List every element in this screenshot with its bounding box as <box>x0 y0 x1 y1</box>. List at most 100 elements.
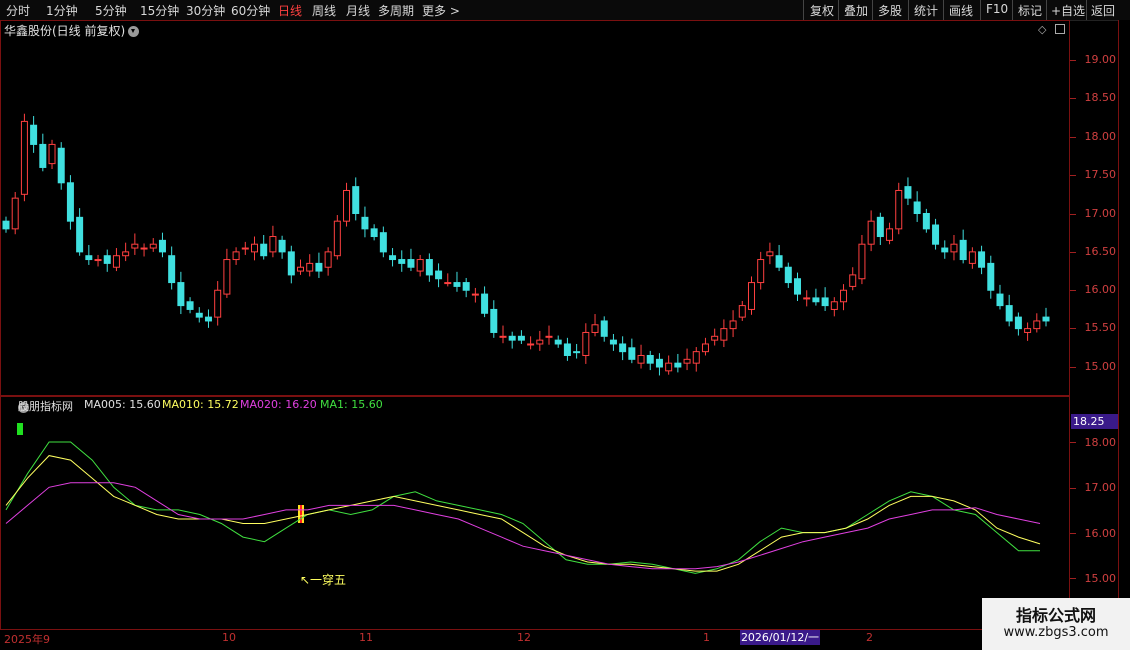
period-tab-monthly[interactable]: 月线 <box>346 2 370 19</box>
candle-up <box>131 243 139 249</box>
price-axis-label: 17.50 <box>1084 168 1117 181</box>
candle-down <box>168 255 176 284</box>
restore-rights-button[interactable]: 复权 <box>810 2 834 19</box>
candle-up <box>416 259 424 272</box>
back-button[interactable]: 返回 <box>1091 2 1115 19</box>
indicator-axis-label: 18.00 <box>1084 436 1117 449</box>
time-axis-label: 11 <box>359 631 373 644</box>
toolbar-divider <box>943 0 944 20</box>
candle-down <box>517 335 525 341</box>
period-tab-intraday[interactable]: 分时 <box>6 2 30 19</box>
candle-down <box>379 232 387 253</box>
candle-down <box>987 262 995 291</box>
candle-down <box>821 297 829 307</box>
candle-up <box>306 262 314 272</box>
period-tab-daily[interactable]: 日线 <box>278 2 302 19</box>
candle-up <box>545 335 553 338</box>
toolbar-divider <box>872 0 873 20</box>
candle-down <box>619 343 627 353</box>
statistics-button[interactable]: 统计 <box>914 2 938 19</box>
candle-up <box>830 301 838 310</box>
candle-up <box>701 343 709 353</box>
candle-down <box>1005 305 1013 322</box>
candle-down <box>674 362 682 368</box>
candle-down <box>103 255 111 264</box>
candle-up <box>250 243 258 253</box>
candle-down <box>812 297 820 303</box>
toolbar-divider <box>1086 0 1087 20</box>
candle-down <box>407 259 415 268</box>
candle-down <box>876 216 884 238</box>
watermark-logo: 指标公式网 www.zbgs3.com <box>982 598 1130 650</box>
candle-up <box>886 228 894 241</box>
candle-down <box>425 259 433 276</box>
candle-down <box>609 339 617 345</box>
price-axis-label: 15.00 <box>1084 360 1117 373</box>
toolbar-divider <box>803 0 804 20</box>
candle-down <box>646 354 654 364</box>
cursor-date-badge: 2026/01/12/一 <box>740 630 820 645</box>
candle-up <box>149 243 157 249</box>
candle-up <box>1033 320 1041 330</box>
price-axis-label: 16.00 <box>1084 283 1117 296</box>
candle-up <box>536 339 544 345</box>
candle-up <box>48 143 56 165</box>
candle-down <box>453 282 461 287</box>
candle-down <box>66 182 74 222</box>
candle-up <box>94 259 102 262</box>
candle-up <box>324 251 332 268</box>
candle-down <box>481 293 489 314</box>
candle-down <box>177 282 185 307</box>
candle-up <box>471 293 479 296</box>
indicator-lines <box>5 423 1041 574</box>
candle-up <box>214 289 222 318</box>
candle-down <box>904 186 912 199</box>
candle-up <box>232 251 240 261</box>
candle-up <box>665 362 673 372</box>
period-tab-weekly[interactable]: 周线 <box>312 2 336 19</box>
candle-down <box>784 266 792 284</box>
side-panel-edge[interactable] <box>1118 20 1130 630</box>
multi-stock-button[interactable]: 多股 <box>878 2 902 19</box>
toolbar-divider <box>838 0 839 20</box>
draw-line-button[interactable]: 画线 <box>949 2 973 19</box>
candle-down <box>913 201 921 215</box>
candle-up <box>729 320 737 330</box>
period-tab-60min[interactable]: 60分钟 <box>231 2 270 19</box>
crossover-marker-core <box>300 505 302 523</box>
candle-up <box>692 351 700 364</box>
period-tab-multi[interactable]: 多周期 <box>378 2 414 19</box>
price-axis-label: 18.00 <box>1084 130 1117 143</box>
candle-down <box>315 262 323 272</box>
f10-button[interactable]: F10 <box>986 2 1008 16</box>
period-tab-5min[interactable]: 5分钟 <box>95 2 127 19</box>
ma005-line <box>5 455 1041 572</box>
candle-down <box>361 216 369 230</box>
candle-down <box>195 312 203 318</box>
time-axis-label: 2025年9 <box>4 633 50 646</box>
candle-up <box>637 354 645 364</box>
period-tab-15min[interactable]: 15分钟 <box>140 2 179 19</box>
period-tab-more[interactable]: 更多 > <box>422 2 460 19</box>
period-tab-1min[interactable]: 1分钟 <box>46 2 78 19</box>
candle-down <box>39 143 47 168</box>
period-tab-30min[interactable]: 30分钟 <box>186 2 225 19</box>
candle-down <box>978 251 986 268</box>
candle-down <box>959 239 967 261</box>
candle-down <box>389 255 397 261</box>
signal-marker <box>17 423 23 435</box>
candle-down <box>76 216 84 253</box>
mark-button[interactable]: 标记 <box>1018 2 1042 19</box>
add-watchlist-button[interactable]: +自选 <box>1051 2 1085 19</box>
candle-up <box>112 255 120 268</box>
period-toolbar: 分时 1分钟 5分钟 15分钟 30分钟 60分钟 日线 周线 月线 多周期 更… <box>0 0 1130 21</box>
overlay-button[interactable]: 叠加 <box>844 2 868 19</box>
time-axis-label: 1 <box>703 631 710 644</box>
toolbar-divider <box>1046 0 1047 20</box>
candle-up <box>333 220 341 257</box>
candle-up <box>582 331 590 356</box>
candle-down <box>158 239 166 253</box>
candle-down <box>1042 316 1050 322</box>
candle-down <box>573 351 581 354</box>
price-axis-label: 18.50 <box>1084 91 1117 104</box>
